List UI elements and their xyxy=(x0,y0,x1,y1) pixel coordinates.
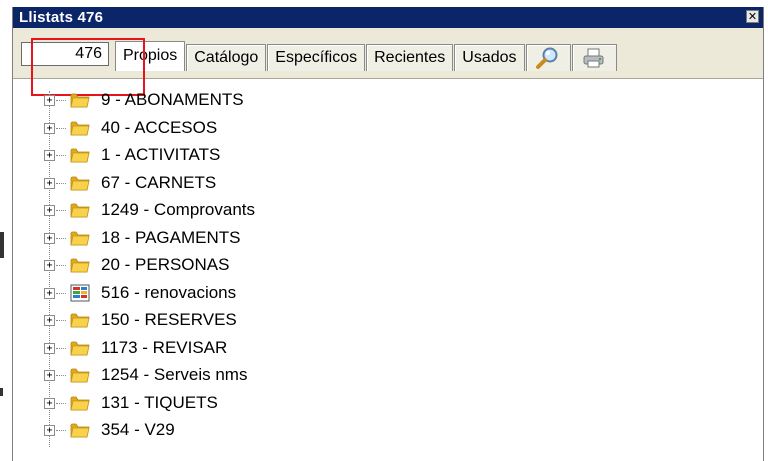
expand-icon[interactable]: + xyxy=(44,122,55,134)
folder-icon xyxy=(70,394,90,412)
tree-item[interactable]: +18 - PAGAMENTS xyxy=(27,225,627,253)
tree-item-label: 131 - TIQUETS xyxy=(101,392,218,412)
tree-item[interactable]: +40 - ACCESOS xyxy=(27,115,627,143)
tree-item[interactable]: +9 - ABONAMENTS xyxy=(27,87,627,115)
folder-icon xyxy=(70,421,90,439)
tree-item-label: 1254 - Serveis nms xyxy=(101,365,248,384)
listats-window: Llistats 476 ✕ 476 Propios Catálogo Espe… xyxy=(12,7,764,461)
folder-icon xyxy=(70,339,90,357)
folder-icon xyxy=(70,311,90,329)
tab-search[interactable] xyxy=(525,44,571,71)
tree-item[interactable]: +131 - TIQUETS xyxy=(27,390,627,418)
tree-connector xyxy=(56,127,66,129)
folder-icon xyxy=(70,174,90,192)
tree-item[interactable]: +354 - V29 xyxy=(27,417,627,445)
tab-propios[interactable]: Propios xyxy=(115,41,186,71)
expand-icon[interactable]: + xyxy=(44,287,55,299)
tree-item-label: 1173 - REVISAR xyxy=(101,337,228,357)
tree-item[interactable]: +67 - CARNETS xyxy=(27,170,627,198)
tree-connector xyxy=(56,347,66,349)
expand-icon[interactable]: + xyxy=(44,95,55,106)
tree-item[interactable]: +1254 - Serveis nms xyxy=(27,362,627,390)
expand-icon[interactable]: + xyxy=(44,425,55,436)
tree-connector xyxy=(56,182,66,184)
tree-connector xyxy=(56,402,66,404)
tree-connector xyxy=(56,100,66,101)
printer-icon xyxy=(583,48,604,68)
folder-icon xyxy=(70,146,90,164)
tree-item-label: 150 - RESERVES xyxy=(101,310,237,329)
tab-strip: Propios Catálogo Específicos Recientes U… xyxy=(115,41,618,71)
expand-icon[interactable]: + xyxy=(44,315,55,326)
tree-connector xyxy=(56,155,66,156)
expand-icon[interactable]: + xyxy=(44,205,55,216)
folder-icon xyxy=(70,256,90,274)
window-title: Llistats 476 xyxy=(19,9,104,26)
search-icon xyxy=(536,47,558,69)
tree-item-label: 18 - PAGAMENTS xyxy=(101,227,241,247)
expand-icon[interactable]: + xyxy=(44,150,55,161)
folder-icon xyxy=(70,119,90,137)
tab-catalogo[interactable]: Catálogo xyxy=(186,44,267,71)
tree-connector xyxy=(56,237,66,239)
tree-item-label: 9 - ABONAMENTS xyxy=(101,90,244,109)
expand-icon[interactable]: + xyxy=(44,370,55,381)
tree-connector xyxy=(56,375,66,376)
tree-item[interactable]: +516 - renovacions xyxy=(27,280,627,308)
folder-icon xyxy=(70,91,90,109)
report-icon xyxy=(70,284,90,302)
folder-icon xyxy=(70,366,90,384)
folder-icon xyxy=(70,201,90,219)
tree-item-label: 20 - PERSONAS xyxy=(101,255,230,274)
tree-item[interactable]: +1249 - Comprovants xyxy=(27,197,627,225)
tree-connector xyxy=(56,210,66,211)
background-window-edge xyxy=(0,0,12,461)
expand-icon[interactable]: + xyxy=(44,232,55,244)
tree-item-label: 1249 - Comprovants xyxy=(101,200,256,219)
tree-item-label: 354 - V29 xyxy=(101,420,175,439)
tree-item-label: 1 - ACTIVITATS xyxy=(101,145,221,164)
tree-item[interactable]: +20 - PERSONAS xyxy=(27,252,627,280)
tree-item-label: 67 - CARNETS xyxy=(101,172,217,192)
tree-item[interactable]: +1 - ACTIVITATS xyxy=(27,142,627,170)
close-button[interactable]: ✕ xyxy=(746,10,759,23)
title-bar[interactable]: Llistats 476 ✕ xyxy=(13,7,763,28)
expand-icon[interactable]: + xyxy=(44,342,55,354)
tree-item[interactable]: +150 - RESERVES xyxy=(27,307,627,335)
folder-icon xyxy=(70,229,90,247)
tree-connector xyxy=(56,265,66,266)
expand-icon[interactable]: + xyxy=(44,177,55,189)
toolbar: 476 Propios Catálogo Específicos Recient… xyxy=(13,28,763,96)
expand-icon[interactable]: + xyxy=(44,397,55,409)
tab-usados[interactable]: Usados xyxy=(454,44,525,71)
tree-item-label: 516 - renovacions xyxy=(101,282,237,302)
tree-connector xyxy=(56,430,66,431)
tree-item[interactable]: +1173 - REVISAR xyxy=(27,335,627,363)
list-tree: +9 - ABONAMENTS +40 - ACCESOS +1 - ACTIVIT… xyxy=(27,87,627,447)
tab-especificos[interactable]: Específicos xyxy=(267,44,366,71)
count-field[interactable]: 476 xyxy=(21,42,109,66)
tab-recientes[interactable]: Recientes xyxy=(366,44,454,71)
expand-icon[interactable]: + xyxy=(44,260,55,271)
tree-item-label: 40 - ACCESOS xyxy=(101,117,218,137)
tree-connector xyxy=(56,320,66,321)
tree-connector xyxy=(56,292,66,294)
tab-print[interactable] xyxy=(571,44,617,71)
